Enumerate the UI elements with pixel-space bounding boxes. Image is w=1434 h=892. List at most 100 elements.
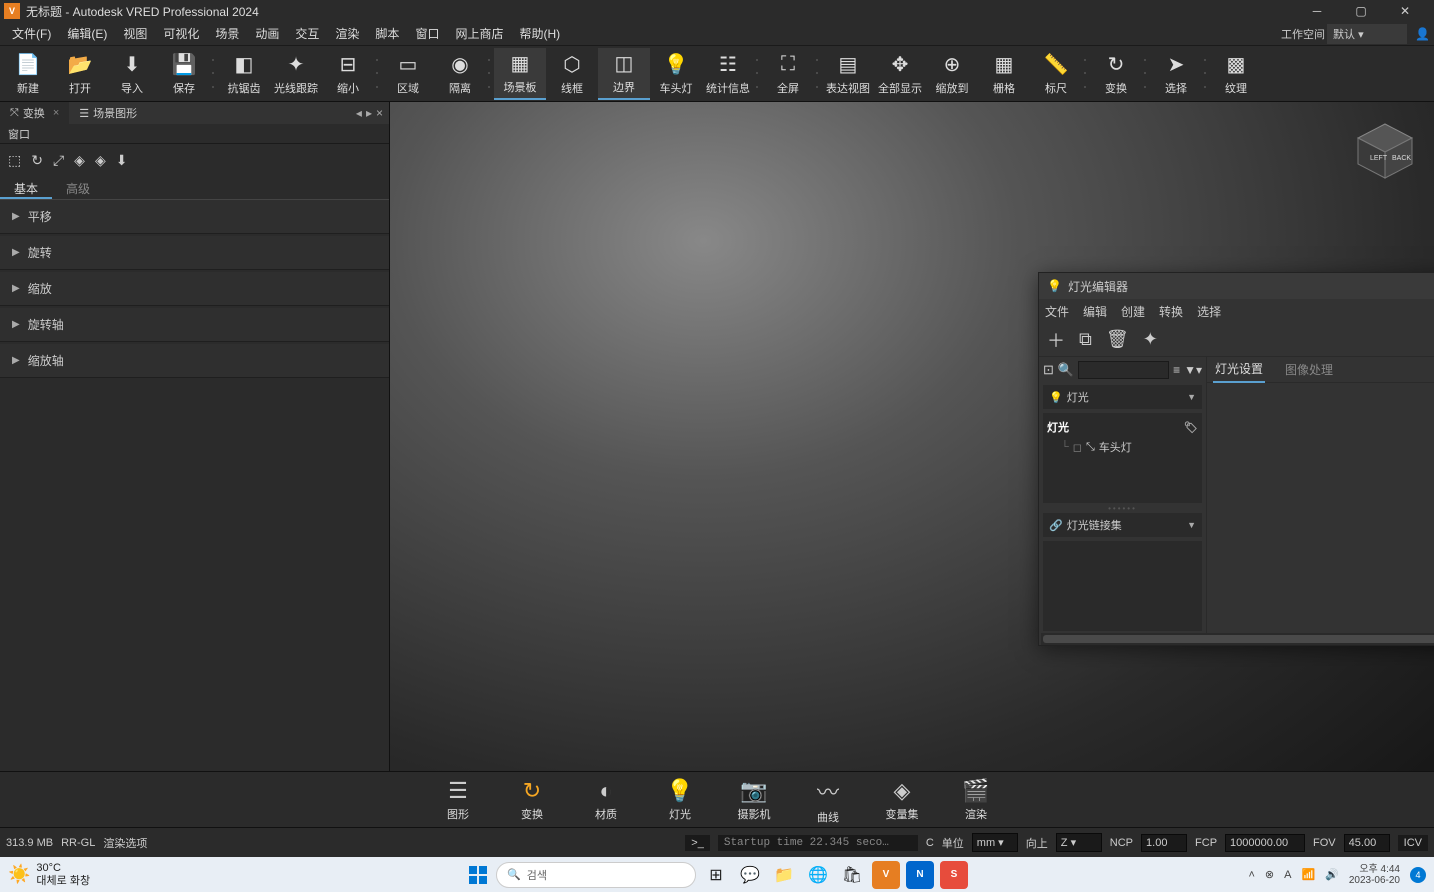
menu-view[interactable]: 视图 — [115, 25, 155, 42]
le-menu-file[interactable]: 文件 — [1045, 303, 1069, 320]
view-cube[interactable]: LEFT BACK — [1350, 116, 1420, 186]
menu-store[interactable]: 网上商店 — [447, 25, 511, 42]
maximize-button[interactable]: ▢ — [1348, 1, 1374, 21]
panel-tool-5-icon[interactable]: ◈ — [95, 152, 106, 169]
le-menu-select[interactable]: 选择 — [1197, 303, 1221, 320]
subtab-basic[interactable]: 基本 — [0, 176, 52, 199]
light-linkset-tree[interactable] — [1043, 541, 1202, 631]
toolbar-aa-button[interactable]: ◧抗锯齿 — [218, 48, 270, 100]
nav-prev-icon[interactable]: ◂ — [356, 106, 362, 120]
accordion-item[interactable]: ▶旋转轴 — [0, 308, 389, 342]
tab-transform[interactable]: ⤧ 变换 × — [0, 102, 69, 124]
toolbar-ruler-button[interactable]: 📏标尺 — [1030, 48, 1082, 100]
close-button[interactable]: ✕ — [1392, 1, 1418, 21]
edge-icon[interactable]: 🌐 — [804, 861, 832, 889]
bottombar-curve-button[interactable]: 〰曲线 — [803, 775, 853, 825]
subtab-advanced[interactable]: 高级 — [52, 176, 104, 199]
le-menu-create[interactable]: 创建 — [1121, 303, 1145, 320]
menu-window[interactable]: 窗口 — [407, 25, 447, 42]
unit-select[interactable]: mm ▾ — [972, 833, 1018, 852]
bottombar-graph-button[interactable]: ☰图形 — [433, 778, 483, 822]
bottombar-camera-button[interactable]: 📷摄影机 — [729, 778, 779, 822]
light-type-dropdown[interactable]: 💡 灯光 ▼ — [1043, 385, 1202, 409]
duplicate-light-icon[interactable]: ⧉ — [1079, 329, 1092, 350]
toolbar-fullscreen-button[interactable]: ⛶全屏 — [762, 48, 814, 100]
workspace-value[interactable]: 默认 ▾ — [1327, 24, 1407, 44]
light-search-input[interactable] — [1078, 361, 1169, 379]
toolbar-downscale-button[interactable]: ⊟缩小 — [322, 48, 374, 100]
bottombar-material-button[interactable]: ◐材质 — [581, 778, 631, 822]
menu-help[interactable]: 帮助(H) — [511, 25, 568, 42]
filter-icon[interactable]: ▼▾ — [1184, 363, 1202, 377]
tab-image-processing[interactable]: 图像处理 — [1283, 357, 1335, 382]
toolbar-select-button[interactable]: ➤选择 — [1150, 48, 1202, 100]
le-menu-edit[interactable]: 编辑 — [1083, 303, 1107, 320]
find-icon[interactable]: ⊡ — [1043, 362, 1054, 378]
fov-input[interactable] — [1344, 834, 1390, 852]
ncp-input[interactable] — [1141, 834, 1187, 852]
icv-button[interactable]: ICV — [1398, 835, 1428, 851]
accordion-item[interactable]: ▶平移 — [0, 200, 389, 234]
toolbar-texture-button[interactable]: ▩纹理 — [1210, 48, 1262, 100]
store-icon[interactable]: 🛍 — [838, 861, 866, 889]
toolbar-scene-button[interactable]: ▦场景板 — [494, 48, 546, 100]
toolbar-isolate-button[interactable]: ◉隔离 — [434, 48, 486, 100]
task-view-icon[interactable]: ⊞ — [702, 861, 730, 889]
render-options[interactable]: 渲染选项 — [103, 835, 147, 851]
toolbar-present-button[interactable]: ▤表达视图 — [822, 48, 874, 100]
start-button[interactable] — [466, 863, 490, 887]
tag-icon[interactable]: 🏷 — [1184, 421, 1198, 434]
menu-scene[interactable]: 场景 — [207, 25, 247, 42]
volume-icon[interactable]: 🔊 — [1325, 868, 1339, 881]
tray-chevron-icon[interactable]: ˄ — [1248, 869, 1254, 881]
menu-file[interactable]: 文件(F) — [4, 25, 59, 42]
tray-app-icon[interactable]: ⊗ — [1265, 868, 1274, 881]
panel-tool-4-icon[interactable]: ◈ — [74, 152, 85, 169]
terminal-icon[interactable]: >_ — [685, 835, 710, 851]
workspace-chooser[interactable]: 工作空间 默认 ▾ — [1281, 24, 1407, 44]
toolbar-headlight-button[interactable]: 💡车头灯 — [650, 48, 702, 100]
close-icon[interactable]: × — [53, 107, 59, 119]
fcp-input[interactable] — [1225, 834, 1305, 852]
tab-light-settings[interactable]: 灯光设置 — [1213, 356, 1265, 383]
panel-tool-2-icon[interactable]: ↻ — [31, 152, 43, 169]
viewport[interactable]: LEFT BACK 💡 灯光编辑器 ─ ▢ ✕ 文件 编辑 创建 转换 选择 — [390, 102, 1434, 797]
chat-icon[interactable]: 💬 — [736, 861, 764, 889]
bottombar-render-button[interactable]: 🎬渲染 — [951, 778, 1001, 822]
accordion-item[interactable]: ▶缩放 — [0, 272, 389, 306]
accordion-item[interactable]: ▶缩放轴 — [0, 344, 389, 378]
toolbar-file-button[interactable]: 📄新建 — [2, 48, 54, 100]
app-s-icon[interactable]: S — [940, 861, 968, 889]
toolbar-ray-button[interactable]: ✦光线跟踪 — [270, 48, 322, 100]
menu-edit[interactable]: 编辑(E) — [59, 25, 115, 42]
explorer-icon[interactable]: 📁 — [770, 861, 798, 889]
toolbar-region-button[interactable]: ▭区域 — [382, 48, 434, 100]
user-icon[interactable]: 👤 — [1415, 27, 1430, 41]
delete-light-icon[interactable]: 🗑 — [1106, 329, 1129, 350]
menu-script[interactable]: 脚本 — [367, 25, 407, 42]
toolbar-import-button[interactable]: ⬇导入 — [106, 48, 158, 100]
accordion-item[interactable]: ▶旋转 — [0, 236, 389, 270]
splitter[interactable]: •••••• — [1043, 505, 1202, 511]
toolbar-transform-button[interactable]: ↻变换 — [1090, 48, 1142, 100]
menu-viz[interactable]: 可视化 — [155, 25, 207, 42]
toolbar-grid-button[interactable]: ▦栅格 — [978, 48, 1030, 100]
bottombar-light-button[interactable]: 💡灯光 — [655, 778, 705, 822]
add-light-icon[interactable]: ＋ — [1047, 327, 1065, 353]
taskbar-search[interactable]: 🔍 검색 — [496, 862, 696, 888]
panel-tool-3-icon[interactable]: ⤢ — [53, 152, 64, 169]
le-scrollbar[interactable] — [1041, 633, 1434, 645]
nav-next-icon[interactable]: ▸ — [366, 106, 372, 120]
menu-anim[interactable]: 动画 — [247, 25, 287, 42]
tray-lang-icon[interactable]: A — [1284, 869, 1291, 881]
network-icon[interactable]: 📶 — [1301, 868, 1315, 881]
tree-child[interactable]: └ ◻ ⤡ 车头灯 — [1047, 437, 1198, 457]
menu-interact[interactable]: 交互 — [287, 25, 327, 42]
tree-root[interactable]: 灯光 🏷 — [1047, 417, 1198, 437]
le-menu-convert[interactable]: 转换 — [1159, 303, 1183, 320]
weather-widget[interactable]: ☀️ 30°C 대체로 화창 — [8, 862, 90, 886]
bottombar-varset-button[interactable]: ◈变量集 — [877, 778, 927, 822]
toolbar-wire-button[interactable]: ⬡线框 — [546, 48, 598, 100]
bottombar-transform-button[interactable]: ↻变换 — [507, 778, 557, 822]
toolbar-save-button[interactable]: 💾保存 — [158, 48, 210, 100]
